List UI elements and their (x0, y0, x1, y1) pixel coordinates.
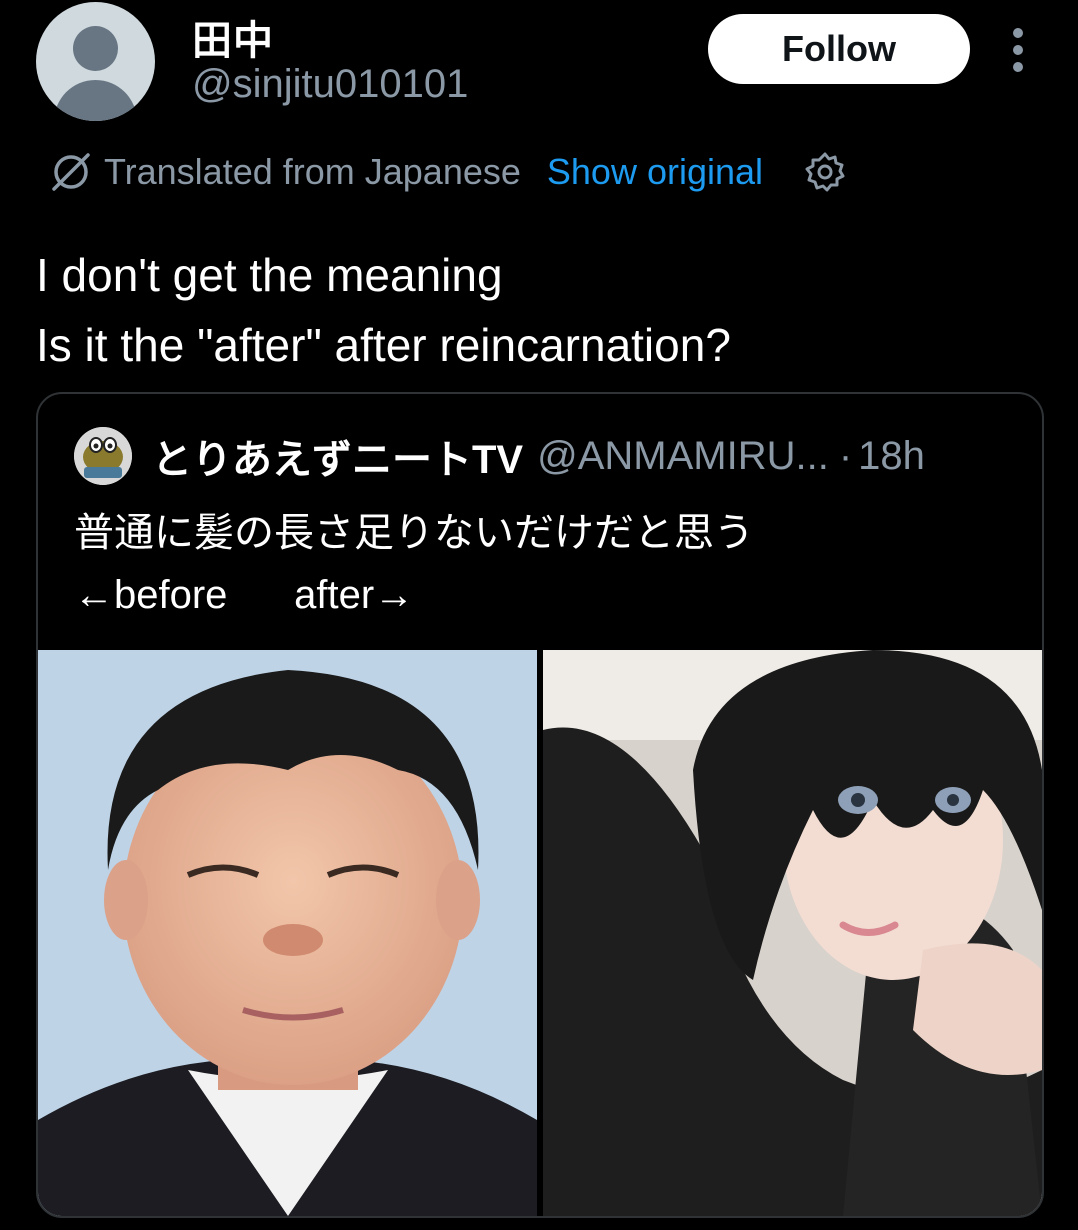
quoted-tweet-header: とりあえずニートTV @ANMAMIRU... · 18h (74, 424, 925, 488)
quoted-timestamp[interactable]: 18h (858, 434, 925, 479)
tweet: 田中 @sinjitu010101 Follow Translated from… (0, 0, 1078, 1230)
follow-button[interactable]: Follow (708, 14, 970, 84)
globe-slash-icon (52, 153, 90, 191)
avatar-body-shape (54, 80, 137, 121)
quoted-media-grid (38, 650, 1042, 1216)
quoted-text-line: ←before after→ (74, 573, 415, 617)
tweet-text: I don't get the meaning Is it the "after… (36, 240, 731, 380)
show-original-link[interactable]: Show original (547, 151, 763, 193)
author-handle[interactable]: @sinjitu010101 (192, 62, 468, 107)
translation-bar: Translated from Japanese Show original (50, 146, 847, 198)
neet-logo-icon (74, 427, 132, 485)
quoted-text-line: 普通に髪の長さ足りないだけだと思う (74, 511, 754, 555)
author-avatar[interactable] (36, 2, 155, 121)
quoted-separator: · (838, 433, 853, 478)
tweet-text-line: Is it the "after" after reincarnation? (36, 319, 731, 371)
quoted-tweet[interactable]: とりあえずニートTV @ANMAMIRU... · 18h 普通に髪の長さ足りな… (36, 392, 1044, 1218)
more-vertical-icon[interactable] (1008, 28, 1028, 72)
quoted-author-name[interactable]: とりあえずニートTV (152, 427, 523, 485)
tweet-text-line: I don't get the meaning (36, 249, 503, 301)
quoted-author-handle[interactable]: @ANMAMIRU... (537, 434, 829, 479)
gear-icon[interactable] (803, 150, 847, 194)
quoted-author-avatar[interactable] (74, 427, 132, 485)
after-photo[interactable] (543, 650, 1042, 1216)
before-photo[interactable] (38, 650, 537, 1216)
translated-from-label: Translated from Japanese (104, 151, 521, 192)
author-display-name[interactable]: 田中 (192, 8, 274, 66)
avatar-head-shape (73, 26, 118, 71)
quoted-tweet-text: 普通に髪の長さ足りないだけだと思う ←before after→ (74, 502, 754, 626)
